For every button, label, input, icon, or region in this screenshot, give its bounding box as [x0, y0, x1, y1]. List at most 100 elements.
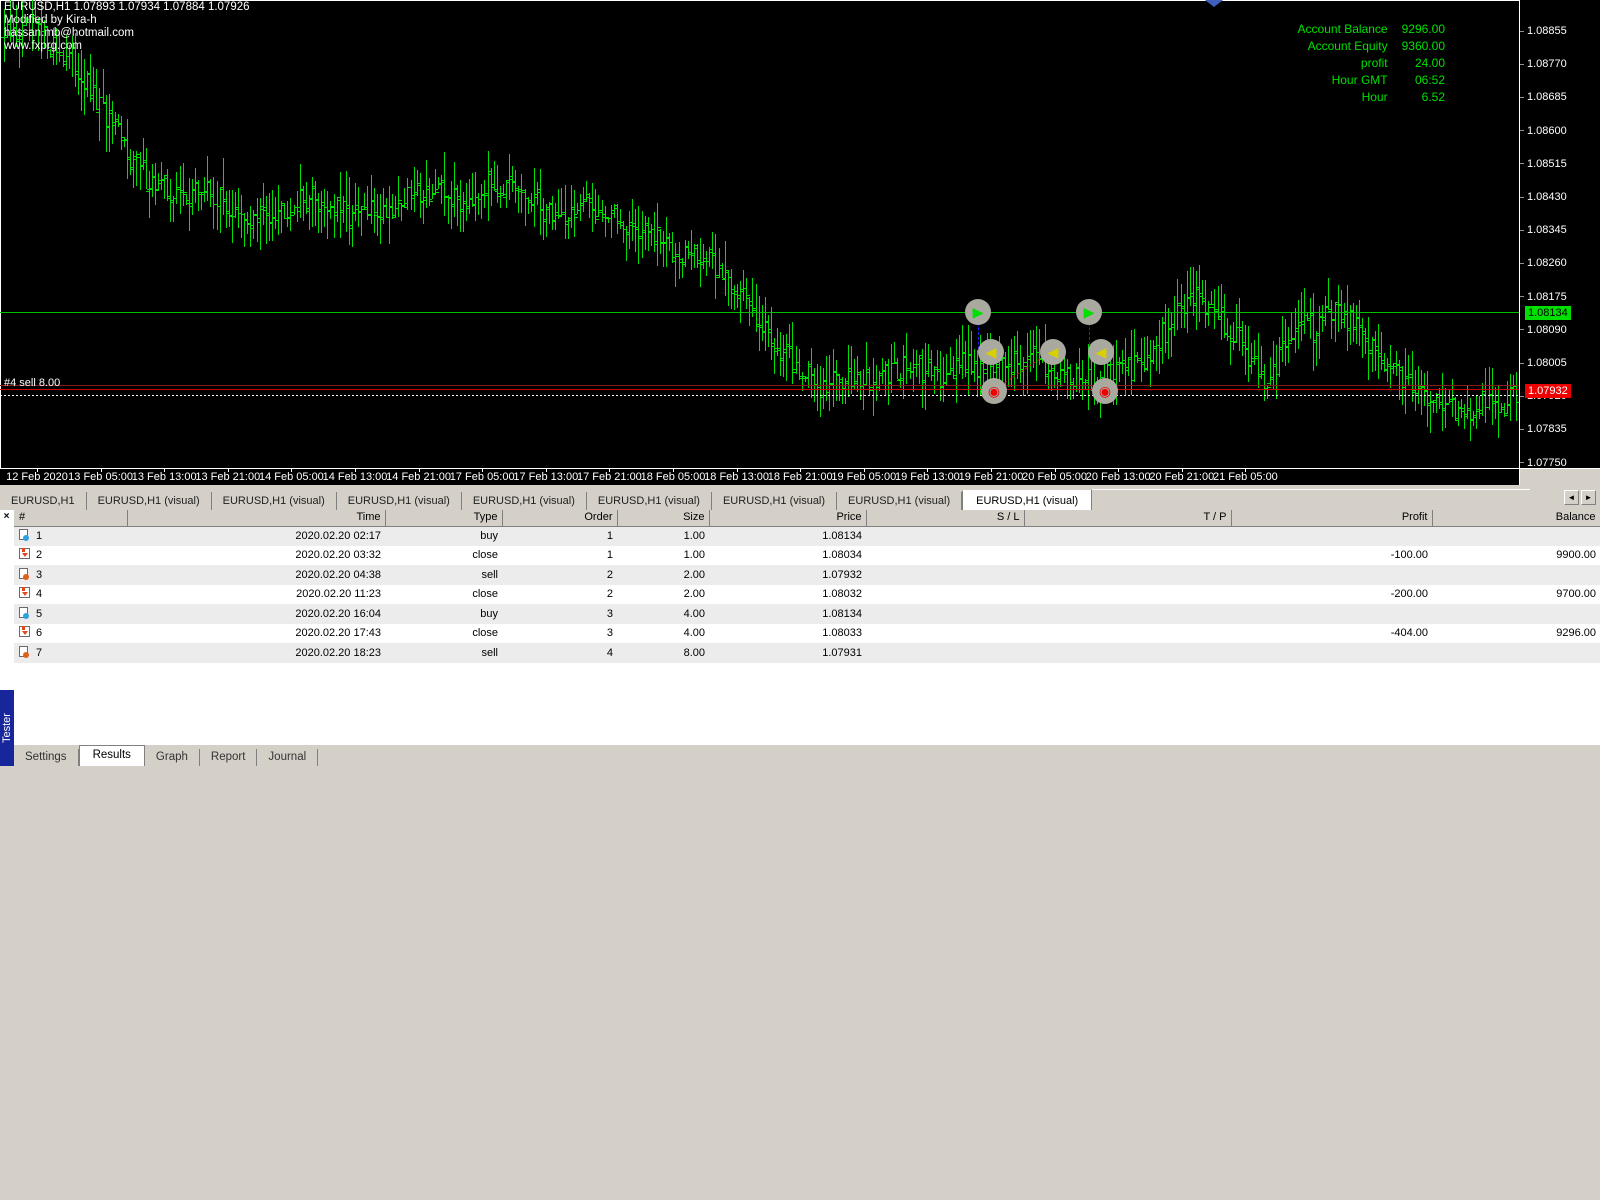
chart-subtab[interactable]: EURUSD,H1 (visual)	[587, 492, 712, 510]
chart-subtab[interactable]: EURUSD,H1 (visual)	[712, 492, 837, 510]
chart-plot[interactable]: EURUSD,H1 1.07893 1.07934 1.07884 1.0792…	[0, 0, 1519, 468]
chart-subtab[interactable]: EURUSD,H1 (visual)	[462, 492, 587, 510]
candle-open-tick	[977, 377, 980, 378]
subtab-scroll-left-button[interactable]: ◄	[1564, 490, 1579, 505]
time-scale[interactable]: 12 Feb 202013 Feb 05:0013 Feb 13:0013 Fe…	[0, 468, 1519, 485]
candle	[1270, 357, 1271, 385]
tester-tab-results[interactable]: Results	[79, 745, 145, 766]
close-marker[interactable]: ◉	[981, 378, 1007, 404]
column-header-size[interactable]: Size	[617, 510, 709, 526]
chart-subtab-bar[interactable]: EURUSD,H1EURUSD,H1 (visual)EURUSD,H1 (vi…	[0, 485, 1600, 510]
close-icon[interactable]: ×	[1, 512, 12, 523]
chart-subtab[interactable]: EURUSD,H1	[0, 492, 87, 510]
chart-subtab-list[interactable]: EURUSD,H1EURUSD,H1 (visual)EURUSD,H1 (vi…	[0, 488, 1530, 510]
column-header-sl[interactable]: S / L	[866, 510, 1024, 526]
candle-open-tick	[910, 371, 913, 372]
table-row[interactable]: 62020.02.20 17:43close34.001.08033-404.0…	[14, 624, 1600, 644]
chart-subtab[interactable]: EURUSD,H1 (visual)	[837, 492, 962, 510]
column-header-order[interactable]: Order	[502, 510, 617, 526]
candle-open-tick	[90, 98, 93, 99]
candle	[540, 169, 541, 235]
candle-open-tick	[1113, 379, 1116, 380]
candle-open-tick	[287, 218, 290, 219]
candle-open-tick	[796, 362, 799, 363]
subtab-scroll-right-button[interactable]: ►	[1581, 490, 1596, 505]
candle	[149, 171, 150, 218]
candle-open-tick	[318, 211, 321, 212]
candle-open-tick	[1396, 364, 1399, 365]
candle-open-tick	[355, 209, 358, 210]
table-row[interactable]: 12020.02.20 02:17buy11.001.08134	[14, 526, 1600, 546]
candle-open-tick	[481, 194, 484, 195]
cell-sl	[866, 604, 1024, 624]
candle-open-tick	[571, 209, 574, 210]
candle	[977, 350, 978, 398]
candle	[466, 183, 467, 221]
table-row[interactable]: 22020.02.20 03:32close11.001.08034-100.0…	[14, 546, 1600, 566]
column-header-type[interactable]: Type	[385, 510, 502, 526]
candle-open-tick	[78, 78, 81, 79]
tester-tab-bar[interactable]: SettingsResultsGraphReportJournal	[14, 744, 1600, 766]
candle-open-tick	[860, 386, 863, 387]
results-grid[interactable]: #TimeTypeOrderSizePriceS / LT / PProfitB…	[14, 510, 1600, 725]
candle	[648, 217, 649, 251]
tester-tab-settings[interactable]: Settings	[14, 749, 79, 766]
table-row[interactable]: 52020.02.20 16:04buy34.001.08134	[14, 604, 1600, 624]
column-header-balance[interactable]: Balance	[1432, 510, 1600, 526]
tester-tab-graph[interactable]: Graph	[145, 749, 200, 766]
chart-symbol-ohlc: EURUSD,H1 1.07893 1.07934 1.07884 1.0792…	[4, 2, 250, 14]
candle	[204, 177, 205, 202]
sell-marker[interactable]: ◀	[1040, 339, 1066, 365]
candle-open-tick	[451, 204, 454, 205]
chart-subtab[interactable]: EURUSD,H1 (visual)	[337, 492, 462, 510]
column-header-price[interactable]: Price	[709, 510, 866, 526]
cell-order: 3	[502, 604, 617, 624]
results-table-body[interactable]: 12020.02.20 02:17buy11.001.0813422020.02…	[14, 526, 1600, 663]
close-marker[interactable]: ◉	[1092, 378, 1118, 404]
candle	[555, 203, 556, 230]
column-header-time[interactable]: Time	[127, 510, 385, 526]
candle	[463, 192, 464, 233]
candle-open-tick	[377, 216, 380, 217]
cell-sl	[866, 643, 1024, 663]
tester-tab-journal[interactable]: Journal	[257, 749, 318, 766]
chart-subtab[interactable]: EURUSD,H1 (visual)	[212, 492, 337, 510]
cell-time: 2020.02.20 03:32	[127, 546, 385, 566]
table-row[interactable]: 42020.02.20 11:23close22.001.08032-200.0…	[14, 585, 1600, 605]
buy-marker[interactable]: ▶	[1076, 299, 1102, 325]
sell-marker[interactable]: ◀	[1088, 339, 1114, 365]
chart-area[interactable]: EURUSD,H1 1.07893 1.07934 1.07884 1.0792…	[0, 0, 1600, 485]
candle-open-tick	[620, 225, 623, 226]
candle-open-tick	[130, 169, 133, 170]
table-row[interactable]: 72020.02.20 18:23sell48.001.07931	[14, 643, 1600, 663]
candle-open-tick	[312, 186, 315, 187]
chart-subtab-active[interactable]: EURUSD,H1 (visual)	[962, 490, 1092, 511]
candle	[346, 171, 347, 231]
results-table-header-row[interactable]: #TimeTypeOrderSizePriceS / LT / PProfitB…	[14, 510, 1600, 526]
candle-open-tick	[389, 207, 392, 208]
column-header-tp[interactable]: T / P	[1024, 510, 1231, 526]
candle-close-tick	[436, 192, 439, 193]
candle-open-tick	[1036, 352, 1039, 353]
price-scale[interactable]: 1.088551.087701.086851.086001.085151.084…	[1519, 0, 1600, 468]
buy-marker[interactable]: ▶	[965, 299, 991, 325]
candle-open-tick	[1057, 381, 1060, 382]
candle	[241, 195, 242, 238]
table-row[interactable]: 32020.02.20 04:38sell22.001.07932	[14, 565, 1600, 585]
candle-open-tick	[257, 222, 260, 223]
column-header-[interactable]: #	[14, 510, 127, 526]
candle-open-tick	[1495, 402, 1498, 403]
cell-value: 7	[36, 647, 42, 659]
subtab-nav-buttons[interactable]: ◄ ►	[1564, 490, 1598, 506]
candle-open-tick	[1187, 298, 1190, 299]
sell-marker[interactable]: ◀	[978, 339, 1004, 365]
tester-tab-report[interactable]: Report	[200, 749, 258, 766]
candle-open-tick	[152, 176, 155, 177]
cell-time: 2020.02.20 18:23	[127, 643, 385, 663]
chart-subtab[interactable]: EURUSD,H1 (visual)	[87, 492, 212, 510]
candle-open-tick	[1196, 289, 1199, 290]
cell-tp	[1024, 565, 1231, 585]
column-header-profit[interactable]: Profit	[1231, 510, 1432, 526]
candle	[127, 119, 128, 180]
candle-open-tick	[96, 112, 99, 113]
